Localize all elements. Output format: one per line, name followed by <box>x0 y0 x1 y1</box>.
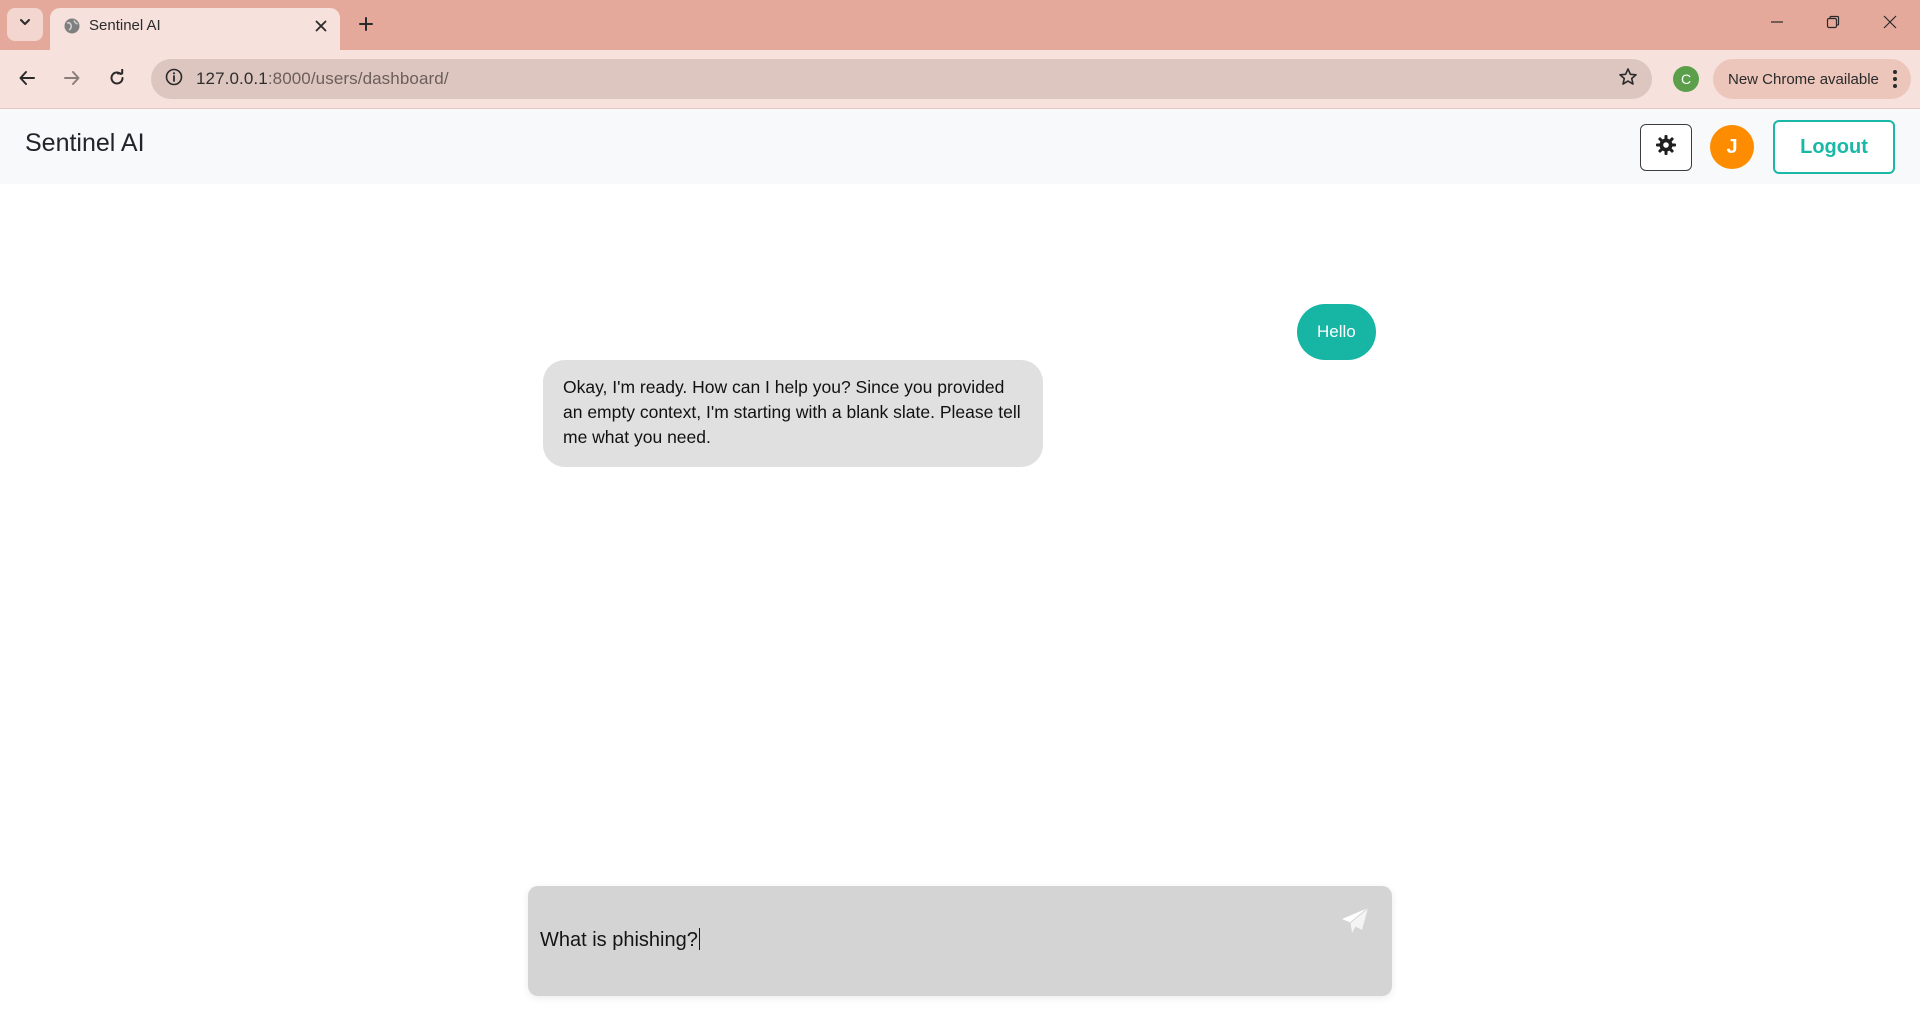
brand-title[interactable]: Sentinel AI <box>25 129 145 158</box>
user-message: Hello <box>1297 304 1376 360</box>
user-avatar[interactable]: J <box>1710 125 1754 169</box>
message-composer[interactable]: What is phishing? <box>528 886 1392 996</box>
app-navbar: Sentinel AI J Logout <box>0 108 1920 184</box>
restore-button[interactable] <box>1811 6 1855 42</box>
browser-profile-avatar[interactable]: C <box>1673 66 1699 92</box>
chevron-down-icon <box>18 15 32 34</box>
tab-search-button[interactable] <box>7 8 43 41</box>
update-label: New Chrome available <box>1728 71 1879 88</box>
info-icon <box>165 68 183 91</box>
browser-tab-strip: Sentinel AI <box>0 0 1920 50</box>
gear-icon <box>1655 134 1677 161</box>
back-button[interactable] <box>10 63 44 97</box>
message-input[interactable]: What is phishing? <box>540 928 700 952</box>
arrow-right-icon <box>63 69 81 92</box>
plus-icon <box>358 16 374 37</box>
browser-tab[interactable]: Sentinel AI <box>50 8 340 50</box>
site-info-button[interactable] <box>159 64 189 94</box>
forward-button[interactable] <box>55 63 89 97</box>
url-text: 127.0.0.1:8000/users/dashboard/ <box>196 69 449 89</box>
globe-icon <box>63 17 81 35</box>
text-caret <box>698 928 700 950</box>
chrome-update-button[interactable]: New Chrome available <box>1713 59 1911 99</box>
new-tab-button[interactable] <box>351 11 381 41</box>
close-icon[interactable] <box>308 13 334 39</box>
url-port: :8000 <box>267 69 311 88</box>
window-close-button[interactable] <box>1868 6 1912 42</box>
minimize-button[interactable] <box>1755 6 1799 42</box>
star-icon <box>1618 67 1638 92</box>
kebab-icon[interactable] <box>1887 67 1903 91</box>
assistant-message: Okay, I'm ready. How can I help you? Sin… <box>543 360 1043 467</box>
minimize-icon <box>1770 15 1784 34</box>
reload-button[interactable] <box>100 63 134 97</box>
address-bar[interactable]: 127.0.0.1:8000/users/dashboard/ <box>151 59 1652 99</box>
paper-plane-icon <box>1341 907 1369 940</box>
tab-title: Sentinel AI <box>89 17 161 34</box>
close-icon <box>1883 15 1897 34</box>
restore-icon <box>1826 15 1840 34</box>
message-input-text: What is phishing? <box>540 929 698 951</box>
url-path: /users/dashboard/ <box>310 69 449 88</box>
send-button[interactable] <box>1338 906 1372 940</box>
bookmark-button[interactable] <box>1616 67 1640 91</box>
arrow-left-icon <box>18 69 36 92</box>
browser-toolbar: 127.0.0.1:8000/users/dashboard/ C New Ch… <box>0 50 1920 108</box>
logout-button[interactable]: Logout <box>1773 120 1895 174</box>
reload-icon <box>108 68 126 92</box>
theme-toggle-button[interactable] <box>1640 124 1692 171</box>
url-host: 127.0.0.1 <box>196 69 268 88</box>
